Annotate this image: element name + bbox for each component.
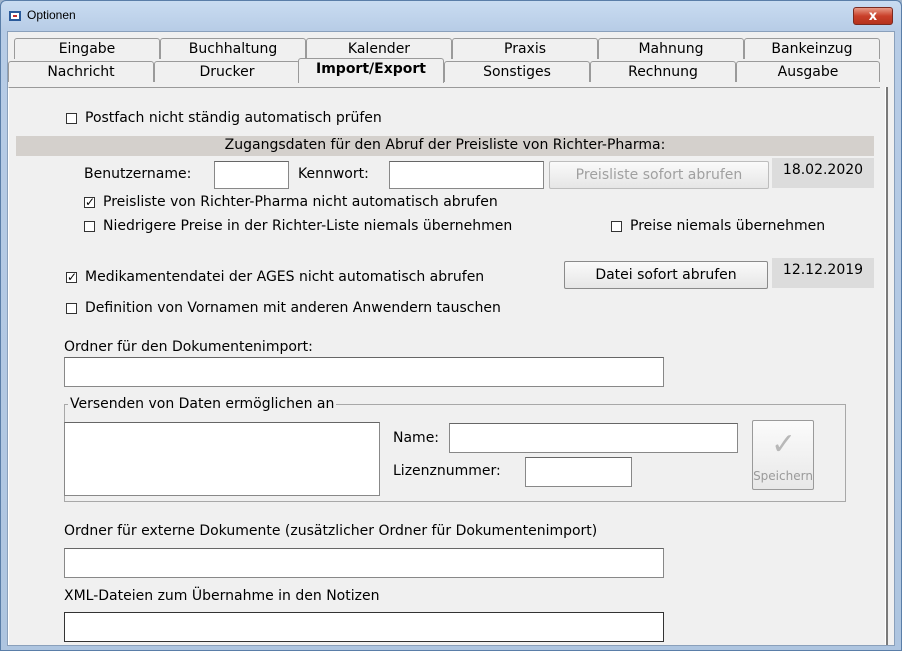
name-input[interactable] <box>449 423 738 453</box>
tab-buchhaltung[interactable]: Buchhaltung <box>160 38 306 59</box>
vornamen-label: Definition von Vornamen mit anderen Anwe… <box>85 300 501 316</box>
username-input[interactable] <box>214 161 289 189</box>
name-label: Name: <box>393 430 440 446</box>
tab-bankeinzug[interactable]: Bankeinzug <box>744 38 880 59</box>
richter-no-auto-box[interactable]: ✓ <box>84 196 95 208</box>
richter-section-header: Zugangsdaten für den Abruf der Preislist… <box>16 136 874 156</box>
ages-checkbox[interactable]: ✓ Medikamentendatei der AGES nicht autom… <box>66 269 484 285</box>
never-prices-checkbox[interactable]: Preise niemals übernehmen <box>611 218 825 234</box>
doc-import-input[interactable] <box>64 357 664 387</box>
postfach-checkbox-box[interactable] <box>66 112 77 124</box>
vornamen-box[interactable] <box>66 302 77 314</box>
checkmark-icon: ✓ <box>771 427 797 462</box>
external-docs-label: Ordner für externe Dokumente (zusätzlich… <box>64 523 598 539</box>
dialog-client-area: Eingabe Buchhaltung Kalender Praxis Mahn… <box>7 31 895 646</box>
tab-row-2: Nachricht Drucker Import/Export Sonstige… <box>8 58 894 83</box>
username-label: Benutzername: <box>84 166 192 182</box>
recipients-list[interactable] <box>64 422 380 496</box>
ages-box[interactable]: ✓ <box>66 271 77 283</box>
close-button[interactable]: x <box>853 7 893 25</box>
save-button-label: Speichern <box>753 469 813 483</box>
fetch-pricelist-button[interactable]: Preisliste sofort abrufen <box>549 161 769 189</box>
tab-sonstiges[interactable]: Sonstiges <box>444 61 590 82</box>
options-window: Optionen x Eingabe Buchhaltung Kalender … <box>0 0 902 651</box>
tab-praxis[interactable]: Praxis <box>452 38 598 59</box>
ages-label: Medikamentendatei der AGES nicht automat… <box>85 269 485 285</box>
window-title: Optionen <box>27 8 76 22</box>
never-prices-box[interactable] <box>611 220 622 232</box>
send-data-group-title: Versenden von Daten ermöglichen an <box>68 396 337 412</box>
tab-kalender[interactable]: Kalender <box>306 38 452 59</box>
tab-rechnung[interactable]: Rechnung <box>590 61 736 82</box>
tab-import-export[interactable]: Import/Export <box>298 58 444 83</box>
richter-no-auto-checkbox[interactable]: ✓ Preisliste von Richter-Pharma nicht au… <box>84 194 498 210</box>
password-label: Kennwort: <box>298 166 369 182</box>
vornamen-checkbox[interactable]: Definition von Vornamen mit anderen Anwe… <box>66 300 501 316</box>
external-docs-input[interactable] <box>64 548 664 578</box>
xml-files-input[interactable] <box>64 612 664 642</box>
app-icon <box>9 11 21 21</box>
tab-ausgabe[interactable]: Ausgabe <box>736 61 880 82</box>
tab-eingabe[interactable]: Eingabe <box>14 38 160 59</box>
lower-prices-checkbox[interactable]: Niedrigere Preise in der Richter-Liste n… <box>84 218 512 234</box>
never-prices-label: Preise niemals übernehmen <box>630 218 826 234</box>
password-input[interactable] <box>389 161 544 189</box>
postfach-checkbox[interactable]: Postfach nicht ständig automatisch prüfe… <box>66 110 382 126</box>
tab-mahnung[interactable]: Mahnung <box>598 38 744 59</box>
license-input[interactable] <box>525 457 632 487</box>
lower-prices-label: Niedrigere Preise in der Richter-Liste n… <box>103 218 513 234</box>
lower-prices-box[interactable] <box>84 220 95 232</box>
panel-border-right <box>885 87 888 645</box>
title-bar: Optionen x <box>1 1 901 31</box>
pricelist-date: 18.02.2020 <box>772 158 874 188</box>
ages-date: 12.12.2019 <box>772 258 874 288</box>
tab-nachricht[interactable]: Nachricht <box>8 61 154 82</box>
tab-row-1: Eingabe Buchhaltung Kalender Praxis Mahn… <box>8 38 894 60</box>
xml-files-label: XML-Dateien zum Übernahme in den Notizen <box>64 588 380 604</box>
postfach-checkbox-label: Postfach nicht ständig automatisch prüfe… <box>85 110 382 126</box>
tab-drucker[interactable]: Drucker <box>154 61 300 82</box>
fetch-ages-button[interactable]: Datei sofort abrufen <box>564 261 768 289</box>
license-label: Lizenznummer: <box>393 463 501 479</box>
save-button[interactable]: ✓ Speichern <box>752 420 814 490</box>
close-icon: x <box>868 8 878 24</box>
doc-import-label: Ordner für den Dokumentenimport: <box>64 339 313 355</box>
richter-no-auto-label: Preisliste von Richter-Pharma nicht auto… <box>103 194 498 210</box>
